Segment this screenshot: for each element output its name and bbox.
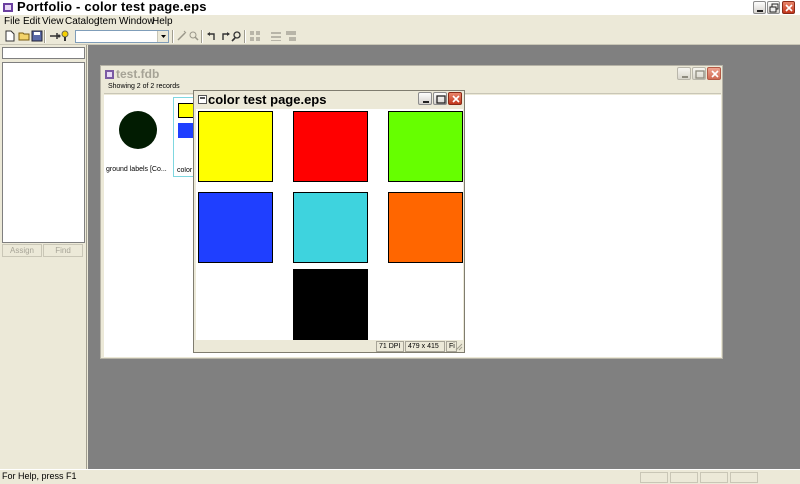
keyword-list[interactable] bbox=[2, 62, 85, 243]
menu-catalog[interactable]: Catalog bbox=[65, 16, 99, 27]
rotate-right-icon[interactable] bbox=[219, 30, 231, 42]
cyan-swatch bbox=[293, 192, 368, 263]
help-pointer-icon[interactable] bbox=[60, 30, 72, 42]
catalog-minimize-button[interactable] bbox=[677, 67, 691, 80]
orange-swatch bbox=[388, 192, 463, 263]
assign-button[interactable]: Assign bbox=[2, 244, 42, 257]
menu-help[interactable]: Help bbox=[152, 16, 173, 27]
left-pane: Assign Find bbox=[0, 45, 87, 469]
new-file-icon[interactable] bbox=[4, 30, 16, 42]
document-icon bbox=[198, 95, 207, 104]
status-indicator bbox=[670, 472, 698, 483]
image-size-readout: 479 x 415 bbox=[405, 341, 445, 352]
records-count: Showing 2 of 2 records bbox=[108, 83, 180, 90]
thumbnail-circle-image[interactable] bbox=[119, 111, 157, 149]
toolbar-separator bbox=[172, 30, 174, 43]
thumbnail-label: ground labels [Co... bbox=[106, 166, 167, 173]
blue-swatch bbox=[198, 192, 273, 263]
preview-close-button[interactable] bbox=[448, 92, 462, 105]
dpi-readout: 71 DPI bbox=[376, 341, 404, 352]
catalog-maximize-button[interactable] bbox=[692, 67, 706, 80]
preview-window-title-bar[interactable]: color test page.eps bbox=[194, 91, 464, 108]
yellow-swatch bbox=[198, 111, 273, 182]
preview-image[interactable] bbox=[196, 109, 463, 340]
resize-grip-icon[interactable] bbox=[455, 343, 463, 351]
black-swatch bbox=[293, 269, 368, 340]
menu-file[interactable]: File bbox=[4, 16, 20, 27]
save-icon[interactable] bbox=[31, 30, 43, 42]
menu-edit[interactable]: Edit bbox=[23, 16, 40, 27]
zoom-icon[interactable] bbox=[231, 30, 243, 42]
chevron-down-icon[interactable] bbox=[157, 31, 168, 42]
catalog-icon bbox=[105, 70, 114, 79]
status-indicator bbox=[730, 472, 758, 483]
thumbnail-view-icon[interactable] bbox=[249, 30, 261, 42]
app-title-bar[interactable]: Portfolio - color test page.eps bbox=[0, 0, 800, 15]
menu-bar: File Edit View Catalog Item Window Help bbox=[0, 15, 800, 28]
catalog-window-title-bar[interactable]: test.fdb bbox=[101, 66, 722, 82]
view-combo-box[interactable] bbox=[75, 30, 169, 43]
record-view-icon[interactable] bbox=[285, 30, 297, 42]
menu-view[interactable]: View bbox=[42, 16, 64, 27]
green-swatch bbox=[388, 111, 463, 182]
thumbnail-yellow-swatch bbox=[178, 103, 194, 118]
menu-item[interactable]: Item bbox=[97, 16, 116, 27]
toolbar-separator bbox=[244, 30, 246, 43]
preview-maximize-button[interactable] bbox=[433, 92, 447, 105]
wand-icon[interactable] bbox=[176, 30, 188, 42]
status-indicator bbox=[640, 472, 668, 483]
find-button[interactable]: Find bbox=[43, 244, 83, 257]
thumbnail-blue-swatch bbox=[178, 123, 194, 138]
preview-minimize-button[interactable] bbox=[418, 92, 432, 105]
zoom-disabled-icon[interactable] bbox=[188, 30, 200, 42]
list-view-icon[interactable] bbox=[270, 30, 282, 42]
search-field[interactable] bbox=[2, 47, 85, 59]
menu-window[interactable]: Window bbox=[119, 16, 155, 27]
preview-window-title: color test page.eps bbox=[208, 92, 327, 107]
preview-status-bar: 71 DPI 479 x 415 Fi bbox=[196, 341, 463, 352]
app-title: Portfolio - color test page.eps bbox=[17, 0, 207, 14]
status-indicator bbox=[700, 472, 728, 483]
portfolio-app-icon bbox=[3, 3, 13, 12]
minimize-button[interactable] bbox=[753, 1, 766, 14]
status-bar: For Help, press F1 bbox=[0, 469, 800, 484]
open-folder-icon[interactable] bbox=[18, 30, 30, 42]
toolbar-separator bbox=[201, 30, 203, 43]
catalog-window-title: test.fdb bbox=[116, 67, 160, 81]
status-text: For Help, press F1 bbox=[2, 471, 77, 481]
toolbar bbox=[0, 28, 800, 45]
red-swatch bbox=[293, 111, 368, 182]
close-button[interactable] bbox=[782, 1, 795, 14]
toolbar-separator bbox=[44, 30, 46, 43]
restore-button[interactable] bbox=[767, 1, 780, 14]
preview-window[interactable]: color test page.eps 71 DPI 479 x 415 Fi bbox=[193, 90, 465, 353]
rotate-left-icon[interactable] bbox=[206, 30, 218, 42]
catalog-close-button[interactable] bbox=[707, 67, 721, 80]
